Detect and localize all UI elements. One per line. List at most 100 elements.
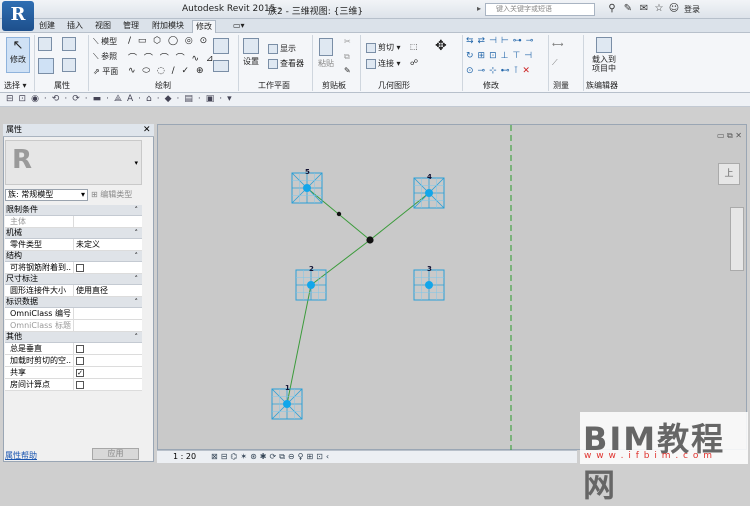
paste-button[interactable]: 粘贴	[318, 38, 334, 69]
3d-view-svg[interactable]: 1 2 3 4 5	[158, 125, 748, 451]
show-workplane-button[interactable]: 显示	[268, 43, 296, 54]
property-row[interactable]: OmniClass 编号	[5, 308, 142, 320]
close-icon[interactable]: ✕	[143, 124, 151, 136]
property-checkbox[interactable]: ✓	[76, 368, 84, 377]
modify-tools-row3[interactable]: ⊙⊸⊹⊷⊺✕	[466, 66, 534, 76]
drawing-canvas[interactable]: 1 2 3 4 5 ▭ ⧉ ✕ 上	[157, 124, 748, 451]
tab-insert[interactable]: 插入	[64, 20, 86, 33]
property-row[interactable]: 主体	[5, 216, 142, 228]
window-controls-icon[interactable]: ▭ ⧉ ✕	[717, 131, 742, 141]
property-group-0[interactable]: 限制条件 ˄	[5, 205, 142, 216]
view-scale[interactable]: 1 : 20	[173, 451, 196, 463]
qat-icons[interactable]: ⊟⊡◉·⟲·⟳·▬·⟁A·⌂·◆·▤·▣·▾	[6, 94, 237, 104]
collapse-icon[interactable]: ˄	[135, 251, 139, 261]
apply-button[interactable]: 应用	[92, 448, 139, 460]
property-value[interactable]: 未定义	[73, 239, 141, 251]
geometry-tool-icon[interactable]: ⬚	[410, 42, 418, 51]
property-value[interactable]	[73, 262, 141, 274]
properties-icon[interactable]	[38, 58, 56, 74]
type-properties-icon[interactable]	[62, 37, 78, 51]
property-checkbox[interactable]	[76, 380, 84, 389]
property-row[interactable]: 圆形连接件大小 使用直径	[5, 285, 142, 297]
draw-shapes-row3[interactable]: ∿ ⬭ ◌ ∕ ✓ ⊕	[128, 66, 206, 76]
select-panel-label[interactable]: 选择 ▾	[4, 80, 27, 91]
property-checkbox[interactable]	[76, 263, 84, 272]
communication-icon[interactable]: ✉	[638, 3, 650, 15]
connector-node-3[interactable]: 3	[413, 265, 445, 301]
modify-tools-row1[interactable]: ⇆⇄⊣⊢⊶⊸	[466, 36, 537, 46]
property-value[interactable]	[73, 216, 141, 228]
revit-logo-icon[interactable]: R	[2, 1, 34, 31]
login-button[interactable]: 登录	[684, 4, 700, 15]
viewcube-icon[interactable]: 上	[718, 163, 740, 185]
connector-node-5[interactable]: 5	[291, 168, 323, 204]
user-icon[interactable]: ☺	[668, 3, 680, 15]
move-icon[interactable]: ✥	[435, 38, 447, 54]
property-value[interactable]	[73, 343, 141, 355]
property-value[interactable]	[73, 320, 141, 332]
connector-node-4[interactable]: 4	[413, 173, 445, 209]
set-workplane-button[interactable]: 设置	[243, 38, 259, 67]
property-value[interactable]	[73, 379, 141, 391]
property-group-5[interactable]: 其他 ˄	[5, 332, 142, 343]
collapse-icon[interactable]: ˄	[135, 297, 139, 307]
family-type-select[interactable]: 族: 常规模型 ▾	[5, 189, 88, 201]
subscription-icon[interactable]: ✎	[622, 3, 634, 15]
plane-button[interactable]: ⇗ 平面	[93, 66, 118, 77]
copy-icon[interactable]: ⧉	[344, 52, 350, 62]
geometry-tool2-icon[interactable]: ☍	[410, 58, 418, 67]
tab-manage[interactable]: 管理	[120, 20, 142, 33]
property-checkbox[interactable]	[76, 356, 84, 365]
dimension-icon[interactable]: ⟋	[552, 58, 558, 68]
property-value[interactable]: ✓	[73, 367, 141, 379]
connector-node-2[interactable]: 2	[295, 265, 327, 301]
tab-view[interactable]: 视图	[92, 20, 114, 33]
property-row[interactable]: 可将钢筋附着到...	[5, 262, 142, 274]
collapse-icon[interactable]: ˄	[135, 332, 139, 342]
property-row[interactable]: 零件类型 未定义	[5, 239, 142, 251]
navigation-bar[interactable]	[730, 207, 744, 271]
property-group-3[interactable]: 尺寸标注 ˄	[5, 274, 142, 285]
search-expand-icon[interactable]: ▸	[477, 4, 481, 13]
property-value[interactable]	[73, 355, 141, 367]
match-type-icon[interactable]: ✎	[344, 66, 351, 75]
favorites-star-icon[interactable]: ☆	[653, 3, 665, 15]
workplane-pick-icon[interactable]	[213, 60, 231, 72]
connector-node-1[interactable]: 1	[271, 384, 303, 420]
join-geometry-button[interactable]: 连接 ▾	[366, 58, 401, 69]
tab-addins[interactable]: 附加模块	[149, 20, 187, 33]
property-group-4[interactable]: 标识数据 ˄	[5, 297, 142, 308]
properties-help-link[interactable]: 属性帮助	[5, 450, 37, 461]
binoculars-icon[interactable]: ⚲	[606, 3, 618, 15]
property-value[interactable]: 使用直径	[73, 285, 141, 297]
model-line-button[interactable]: ⟍ 模型	[93, 36, 117, 47]
property-checkbox[interactable]	[76, 344, 84, 353]
property-row[interactable]: 总是垂直	[5, 343, 142, 355]
property-row[interactable]: 加载时剪切的空...	[5, 355, 142, 367]
measure-icon[interactable]: ⟷	[552, 40, 563, 49]
property-row[interactable]: OmniClass 标题	[5, 320, 142, 332]
property-value[interactable]	[73, 308, 141, 320]
tab-modify[interactable]: 修改	[192, 20, 216, 33]
pick-lines-icon[interactable]	[213, 38, 231, 54]
property-group-2[interactable]: 结构 ˄	[5, 251, 142, 262]
draw-shapes-row2[interactable]: ⌒ ⌒ ⌒ ⌒ ∿ ⊿	[128, 51, 215, 64]
edit-type-button[interactable]: ⊞ 编辑类型	[91, 189, 132, 200]
property-group-1[interactable]: 机械 ˄	[5, 228, 142, 239]
viewer-button[interactable]: 查看器	[268, 58, 304, 69]
collapse-icon[interactable]: ˄	[135, 205, 139, 215]
collapse-icon[interactable]: ˄	[135, 274, 139, 284]
family-types-icon[interactable]	[38, 37, 54, 51]
cut-icon[interactable]: ✂	[344, 37, 351, 46]
reference-button[interactable]: ⟍ 参照	[93, 51, 117, 62]
modify-tools-row2[interactable]: ↻⊞⊡⊥⊤⊣	[466, 51, 536, 61]
family-preview[interactable]: R ▾	[5, 140, 142, 185]
collapse-icon[interactable]: ˄	[135, 228, 139, 238]
tab-create[interactable]: 创建	[36, 20, 58, 33]
property-row[interactable]: 房间计算点	[5, 379, 142, 391]
draw-shapes-row1[interactable]: / ▭ ⬡ ◯ ◎ ⊙	[128, 36, 209, 46]
view-control-icons[interactable]: ⊠⊟⌬✶⊛✱⟳⧉⊖♀⊞⊡‹	[211, 451, 332, 463]
load-into-project-button[interactable]: 载入到项目中	[590, 37, 618, 73]
property-row[interactable]: 共享 ✓	[5, 367, 142, 379]
modify-button[interactable]: ↖ 修改	[6, 37, 30, 73]
